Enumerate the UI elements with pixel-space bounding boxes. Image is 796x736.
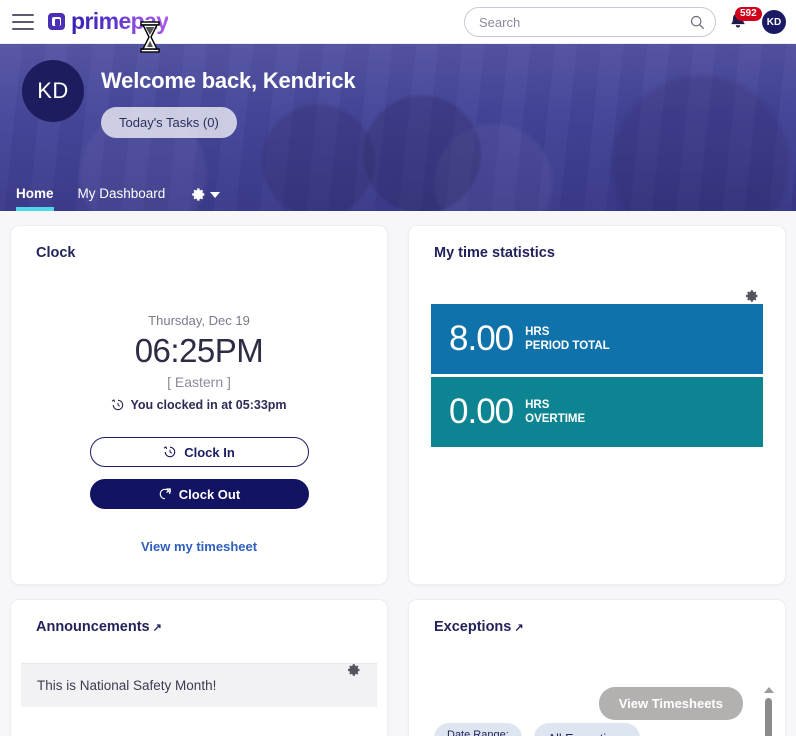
announcements-card: Announcements ↗ This is National Safety M… [10,599,388,736]
hamburger-menu-icon[interactable] [12,13,34,30]
dashboard-tabs: Home My Dashboard [16,186,221,211]
exceptions-scrollbar[interactable] [762,683,775,736]
clock-card: Clock Thursday, Dec 19 06:25PM [ Eastern… [10,225,388,585]
exceptions-toolbar: View Timesheets Date Range: This Week Al… [409,635,785,736]
stat-overtime-value: 0.00 [449,392,514,431]
notifications-bell[interactable]: 592 [728,7,762,34]
stat-overtime-label: OVERTIME [525,413,586,425]
exceptions-title[interactable]: Exceptions ↗ [409,600,785,635]
tab-my-dashboard-label: My Dashboard [77,186,166,201]
search-icon[interactable] [690,15,705,30]
time-statistics-title: My time statistics [434,245,555,261]
stat-overtime: 0.00 HRS OVERTIME [431,377,763,447]
clock-timezone: [ Eastern ] [167,374,231,390]
clock-date: Thursday, Dec 19 [148,313,250,328]
primepay-logo-mark-icon [48,13,65,30]
scrollbar-thumb[interactable] [765,698,772,736]
exceptions-filter-chips: Date Range: This Week All Exceptions [434,723,641,736]
clock-status-row: You clocked in at 05:33pm [11,398,387,412]
stat-period-total: 8.00 HRS PERIOD TOTAL [431,304,763,374]
hero-banner: KD Welcome back, Kendrick Today's Tasks … [0,44,796,211]
hero-avatar-initials: KD [37,78,69,103]
announcements-title[interactable]: Announcements ↗ [11,600,387,635]
clock-time: 06:25PM [134,332,264,369]
top-bar-right-controls: 592 KD [464,0,786,44]
clock-in-label: Clock In [184,444,235,460]
announcements-list: This is National Safety Month! [11,635,387,707]
stat-period-total-unit: HRS [525,326,550,338]
time-statistics-card: My time statistics 8.00 HRS PERIOD TOTAL… [408,225,786,585]
clock-body: Thursday, Dec 19 06:25PM [ Eastern ] You… [11,261,387,554]
primepay-logo-text: primepay [71,8,169,34]
view-timesheets-button[interactable]: View Timesheets [598,687,743,720]
gear-icon[interactable] [345,662,361,678]
search-box[interactable] [464,7,716,37]
gear-icon[interactable] [189,186,206,203]
tab-my-dashboard[interactable]: My Dashboard [78,186,166,211]
user-avatar[interactable]: KD [762,10,786,34]
search-input[interactable] [479,14,690,30]
notification-count-badge: 592 [735,7,762,21]
stat-overtime-unit: HRS [525,399,550,411]
tab-home[interactable]: Home [16,186,54,211]
external-link-icon[interactable]: ↗ [514,622,523,634]
hero-avatar: KD [22,60,84,122]
hero-content: KD Welcome back, Kendrick Today's Tasks … [0,44,796,138]
clock-out-label: Clock Out [178,486,241,502]
chevron-down-icon[interactable] [210,191,221,198]
clock-out-button[interactable]: Clock Out [89,479,309,509]
stat-period-total-value: 8.00 [449,319,514,358]
exceptions-title-text: Exceptions [434,619,512,635]
announcements-settings-button[interactable] [345,662,361,678]
clock-out-icon [159,488,171,500]
announcements-title-text: Announcements [36,619,150,635]
clock-in-icon [112,399,124,411]
gear-icon[interactable] [743,288,759,304]
clock-in-icon [163,446,176,458]
view-my-timesheet-link[interactable]: View my timesheet [11,539,387,554]
primepay-logo[interactable]: primepay [48,8,169,35]
welcome-title: Welcome back, Kendrick [101,68,356,93]
clock-in-button[interactable]: Clock In [89,437,309,467]
stat-period-total-label: PERIOD TOTAL [525,340,610,352]
tab-home-label: Home [16,186,54,201]
scroll-up-arrow-icon[interactable] [763,687,774,693]
user-avatar-initials: KD [766,16,782,28]
chip-date-range[interactable]: Date Range: This Week [434,723,522,736]
list-item[interactable]: This is National Safety Month! [21,663,377,707]
stat-overtime-labels: HRS OVERTIME [525,398,585,426]
dashboard-settings-dropdown[interactable] [189,186,221,211]
clock-status-text: You clocked in at 05:33pm [130,398,287,412]
dashboard-grid: Clock Thursday, Dec 19 06:25PM [ Eastern… [0,211,796,736]
chip-date-range-line1: Date Range: [447,729,509,736]
clock-card-title: Clock [36,245,76,261]
time-statistics-settings-button[interactable] [743,288,759,304]
stat-period-total-labels: HRS PERIOD TOTAL [525,325,610,353]
chip-all-exceptions[interactable]: All Exceptions [533,723,641,736]
todays-tasks-button[interactable]: Today's Tasks (0) [101,107,237,138]
exceptions-card: Exceptions ↗ View Timesheets Date Range: … [408,599,786,736]
hero-text-block: Welcome back, Kendrick Today's Tasks (0) [101,60,356,138]
external-link-icon[interactable]: ↗ [153,622,162,634]
time-statistics-list: 8.00 HRS PERIOD TOTAL 0.00 HRS OVERTIME [409,261,785,447]
top-navigation-bar: primepay 592 KD [0,0,796,44]
